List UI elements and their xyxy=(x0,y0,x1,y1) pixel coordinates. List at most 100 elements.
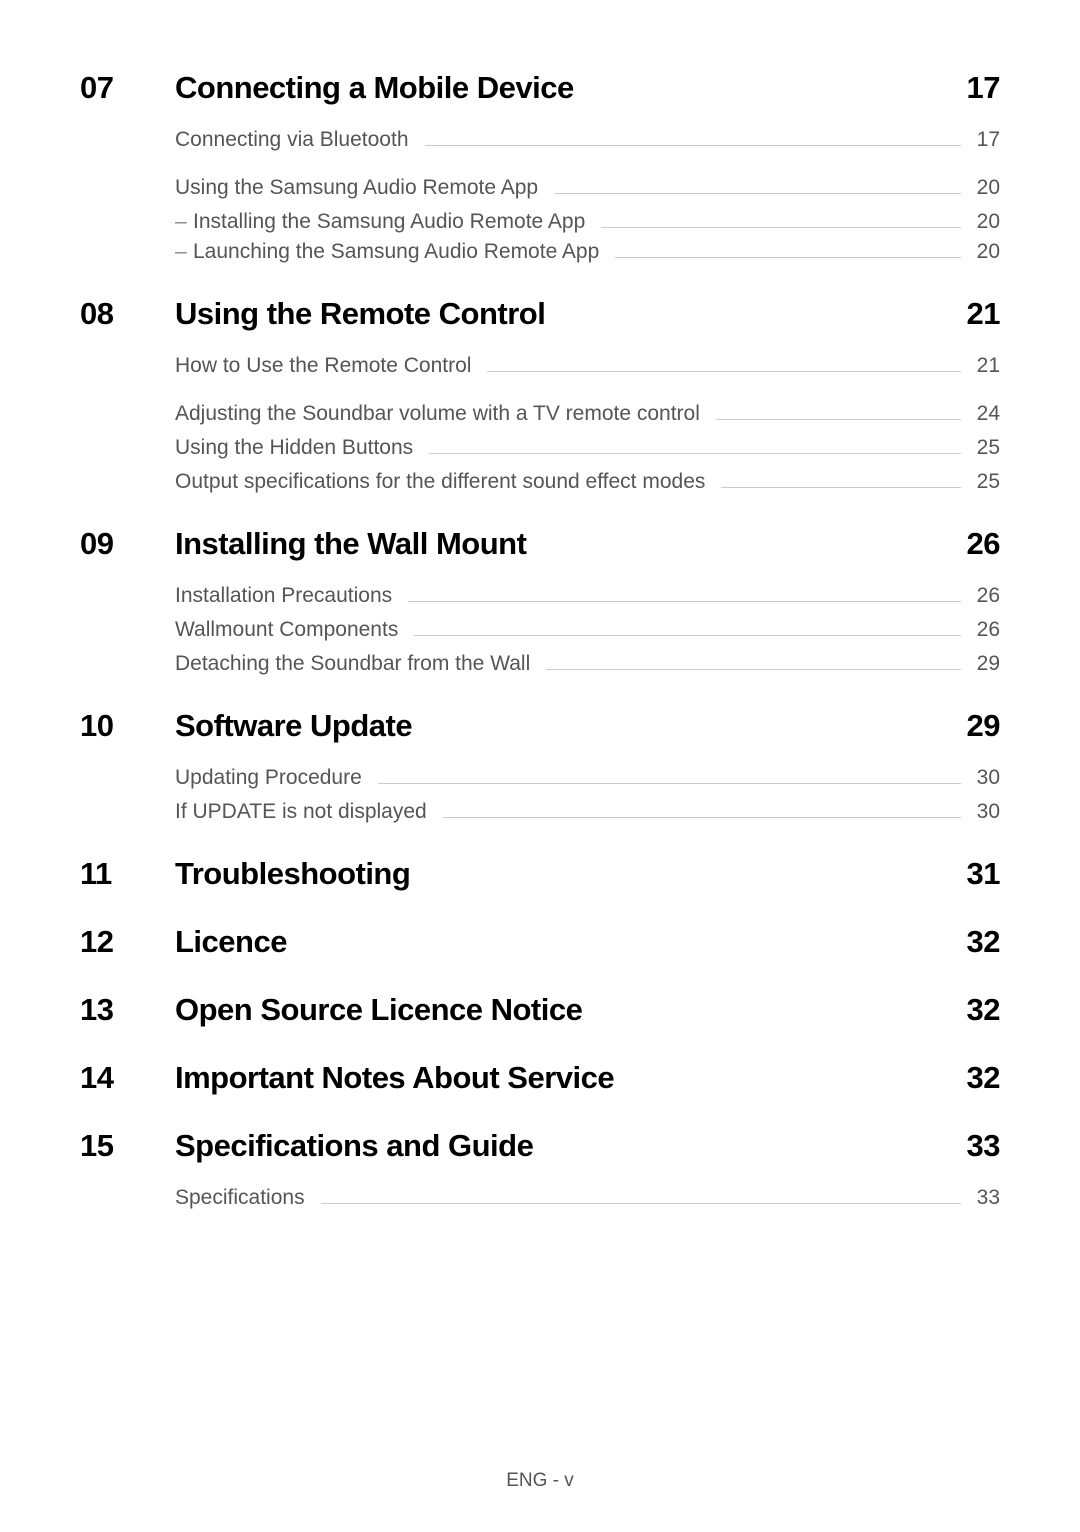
entry-page: 33 xyxy=(967,1186,1000,1210)
entry-leader xyxy=(443,817,961,818)
toc-section: 07Connecting a Mobile Device17Connecting… xyxy=(80,70,1000,264)
section-number: 15 xyxy=(80,1128,175,1164)
section-page: 17 xyxy=(967,70,1000,106)
section-page: 21 xyxy=(967,296,1000,332)
entry-page: 17 xyxy=(967,128,1000,152)
toc-entry: Detaching the Soundbar from the Wall 29 xyxy=(175,652,1000,676)
toc-entry: Installing the Samsung Audio Remote App 2… xyxy=(175,210,1000,234)
toc-section: 11Troubleshooting31 xyxy=(80,856,1000,892)
section-number: 12 xyxy=(80,924,175,960)
entry-text: Installation Precautions xyxy=(175,584,402,608)
toc-entries: Connecting via Bluetooth 17 Using the Sams… xyxy=(175,128,1000,264)
section-page: 29 xyxy=(967,708,1000,744)
toc-entries: Specifications 33 xyxy=(175,1186,1000,1210)
toc-entry: Updating Procedure 30 xyxy=(175,766,1000,790)
toc-section: 08Using the Remote Control21How to Use t… xyxy=(80,296,1000,494)
toc-entries: Installation Precautions26Wallmount Comp… xyxy=(175,584,1000,676)
section-header: 15Specifications and Guide33 xyxy=(80,1128,1000,1164)
entry-text: Detaching the Soundbar from the Wall xyxy=(175,652,540,676)
section-page: 32 xyxy=(967,992,1000,1028)
section-header: 09Installing the Wall Mount26 xyxy=(80,526,1000,562)
section-number: 14 xyxy=(80,1060,175,1096)
entry-text: Using the Hidden Buttons xyxy=(175,436,423,460)
entry-text: Installing the Samsung Audio Remote App xyxy=(193,210,595,234)
entry-leader xyxy=(408,601,961,602)
section-title: Open Source Licence Notice xyxy=(175,992,967,1028)
toc-section: 14Important Notes About Service32 xyxy=(80,1060,1000,1096)
section-title: Installing the Wall Mount xyxy=(175,526,967,562)
entry-leader xyxy=(601,227,960,228)
toc-entries: Updating Procedure30If UPDATE is not dis… xyxy=(175,766,1000,824)
page-footer: ENG - v xyxy=(0,1470,1080,1492)
section-header: 11Troubleshooting31 xyxy=(80,856,1000,892)
toc-section: 15Specifications and Guide33Specificatio… xyxy=(80,1128,1000,1210)
section-header: 07Connecting a Mobile Device17 xyxy=(80,70,1000,106)
entry-leader xyxy=(554,193,961,194)
entry-text: If UPDATE is not displayed xyxy=(175,800,437,824)
entry-page: 26 xyxy=(967,584,1000,608)
entry-page: 20 xyxy=(967,210,1000,234)
entry-page: 29 xyxy=(967,652,1000,676)
section-page: 26 xyxy=(967,526,1000,562)
toc-entry: Specifications 33 xyxy=(175,1186,1000,1210)
section-page: 32 xyxy=(967,924,1000,960)
toc-entry: Using the Samsung Audio Remote App20 xyxy=(175,176,1000,200)
toc-entry: Using the Hidden Buttons 25 xyxy=(175,436,1000,460)
entry-page: 20 xyxy=(967,240,1000,264)
section-title: Using the Remote Control xyxy=(175,296,967,332)
section-header: 08Using the Remote Control21 xyxy=(80,296,1000,332)
section-title: Specifications and Guide xyxy=(175,1128,967,1164)
entry-text: How to Use the Remote Control xyxy=(175,354,481,378)
section-title: Troubleshooting xyxy=(175,856,967,892)
section-header: 12Licence32 xyxy=(80,924,1000,960)
entry-text: Using the Samsung Audio Remote App xyxy=(175,176,548,200)
toc-section: 10Software Update29Updating Procedure30I… xyxy=(80,708,1000,824)
entry-page: 24 xyxy=(967,402,1000,426)
toc-entry: Adjusting the Soundbar volume with a TV … xyxy=(175,402,1000,426)
section-number: 07 xyxy=(80,70,175,106)
entry-text: Specifications xyxy=(175,1186,315,1210)
entry-text: Updating Procedure xyxy=(175,766,372,790)
entry-text: Adjusting the Soundbar volume with a TV … xyxy=(175,402,710,426)
toc-entries: How to Use the Remote Control 21 Adjusting… xyxy=(175,354,1000,494)
table-of-contents: 07Connecting a Mobile Device17Connecting… xyxy=(80,70,1000,1210)
entry-page: 30 xyxy=(967,800,1000,824)
toc-section: 12Licence32 xyxy=(80,924,1000,960)
section-number: 11 xyxy=(80,856,175,892)
entry-page: 25 xyxy=(967,470,1000,494)
section-number: 08 xyxy=(80,296,175,332)
entry-text: Output specifications for the different … xyxy=(175,470,715,494)
entry-page: 26 xyxy=(967,618,1000,642)
entry-leader xyxy=(721,487,960,488)
section-title: Licence xyxy=(175,924,967,960)
toc-entry: Launching the Samsung Audio Remote App20 xyxy=(175,240,1000,264)
toc-entry: Connecting via Bluetooth 17 xyxy=(175,128,1000,152)
entry-text: Wallmount Components xyxy=(175,618,408,642)
toc-entry: Output specifications for the different … xyxy=(175,470,1000,494)
entry-page: 21 xyxy=(967,354,1000,378)
entry-page: 25 xyxy=(967,436,1000,460)
section-title: Connecting a Mobile Device xyxy=(175,70,967,106)
toc-entry: How to Use the Remote Control 21 xyxy=(175,354,1000,378)
entry-leader xyxy=(321,1203,961,1204)
section-title: Software Update xyxy=(175,708,967,744)
toc-entry: Installation Precautions 26 xyxy=(175,584,1000,608)
entry-leader xyxy=(425,145,961,146)
entry-page: 30 xyxy=(967,766,1000,790)
entry-leader xyxy=(487,371,960,372)
toc-section: 09Installing the Wall Mount26Installatio… xyxy=(80,526,1000,676)
section-title: Important Notes About Service xyxy=(175,1060,967,1096)
entry-leader xyxy=(378,783,961,784)
section-number: 10 xyxy=(80,708,175,744)
section-number: 09 xyxy=(80,526,175,562)
entry-leader xyxy=(716,419,961,420)
entry-text: Connecting via Bluetooth xyxy=(175,128,419,152)
section-number: 13 xyxy=(80,992,175,1028)
entry-leader xyxy=(429,453,960,454)
section-page: 31 xyxy=(967,856,1000,892)
toc-entry: Wallmount Components 26 xyxy=(175,618,1000,642)
section-header: 10Software Update29 xyxy=(80,708,1000,744)
section-page: 32 xyxy=(967,1060,1000,1096)
entry-leader xyxy=(615,257,960,258)
toc-entry: If UPDATE is not displayed 30 xyxy=(175,800,1000,824)
